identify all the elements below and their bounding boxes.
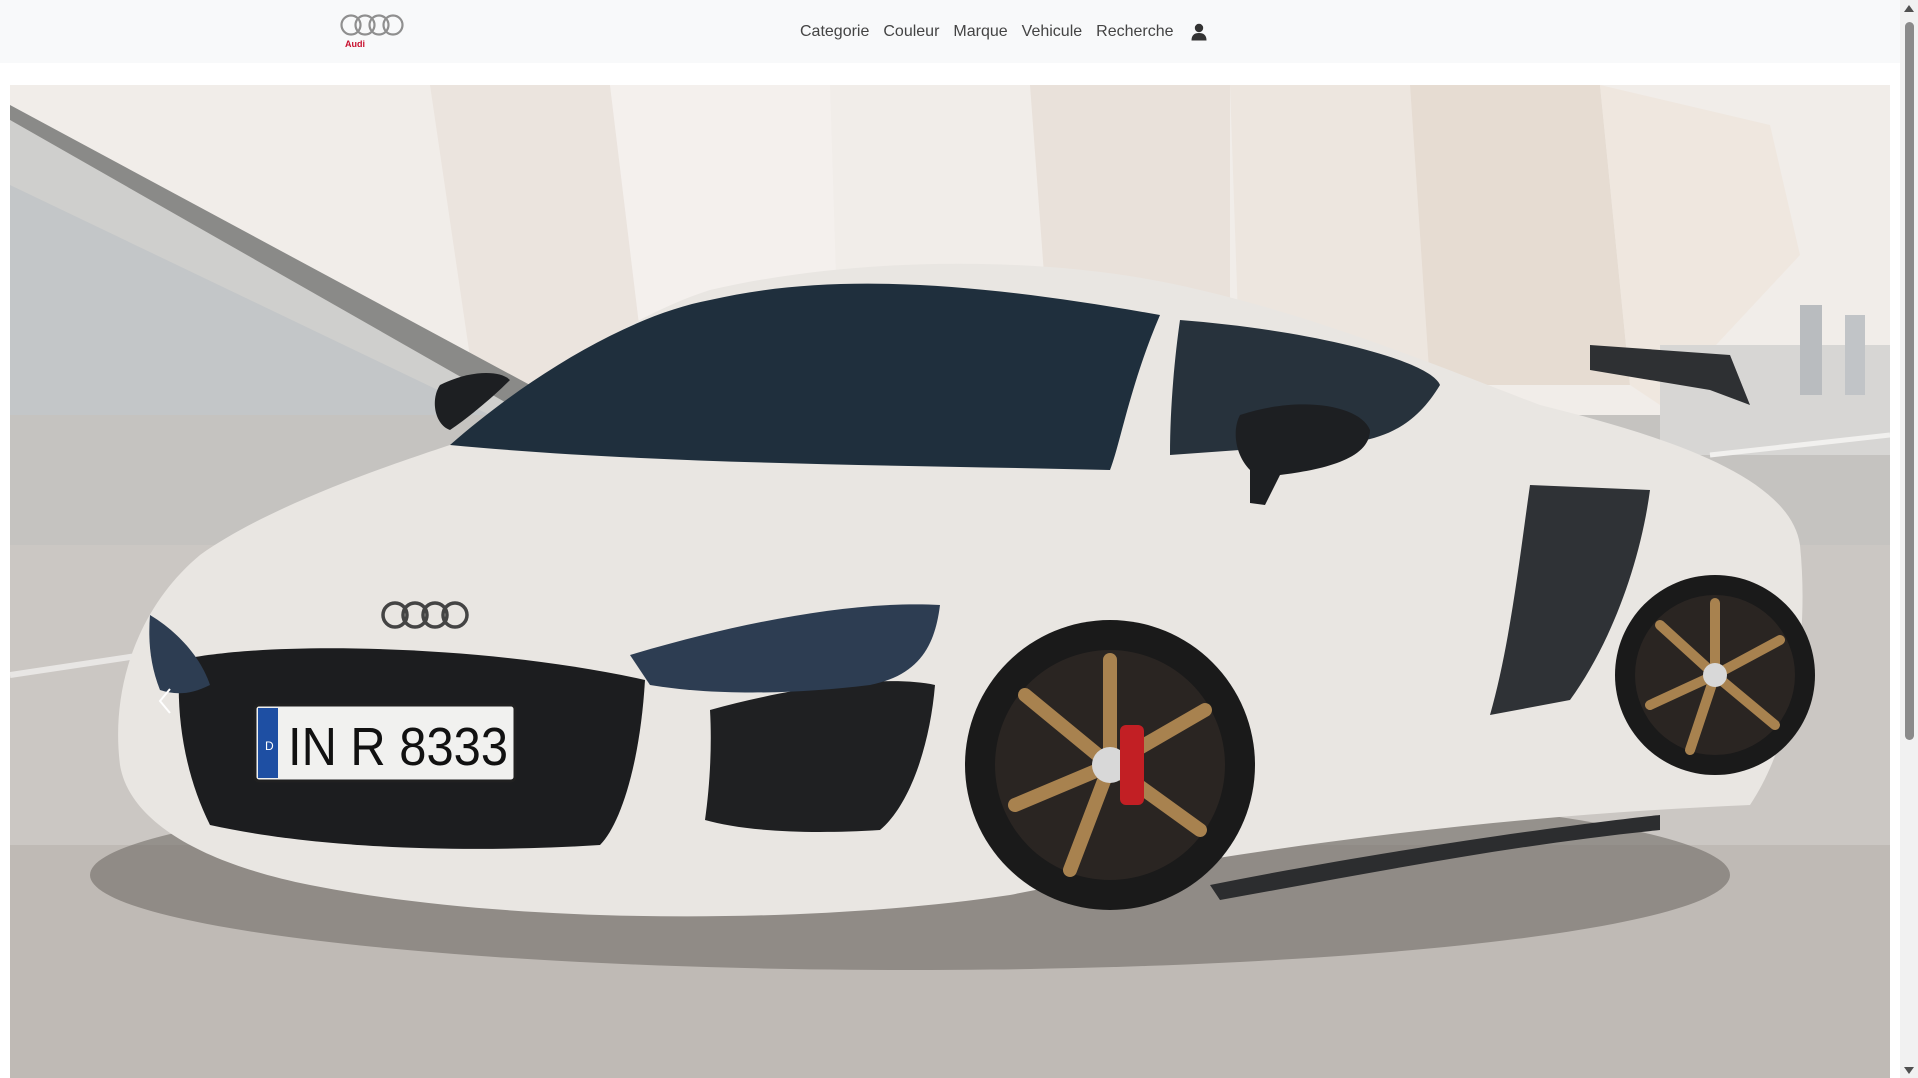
scroll-down-icon[interactable]: [1904, 1067, 1914, 1074]
nav-item-categorie[interactable]: Categorie: [793, 23, 876, 41]
user-icon[interactable]: [1191, 23, 1207, 41]
main-nav: Categorie Couleur Marque Vehicule Recher…: [793, 0, 1207, 63]
brand-name: Audi: [345, 39, 365, 49]
scroll-up-icon[interactable]: [1904, 5, 1914, 12]
brand-logo[interactable]: Audi: [340, 12, 412, 52]
navbar: Audi Categorie Couleur Marque Vehicule R…: [0, 0, 1900, 63]
carousel-prev-button[interactable]: [152, 681, 182, 721]
page-scrollbar[interactable]: [1900, 0, 1918, 1078]
svg-text:D: D: [265, 739, 274, 753]
nav-item-marque[interactable]: Marque: [946, 23, 1014, 41]
chevron-left-icon: [158, 688, 171, 714]
scroll-thumb[interactable]: [1905, 22, 1914, 740]
nav-item-recherche[interactable]: Recherche: [1089, 23, 1180, 41]
nav-item-couleur[interactable]: Couleur: [876, 23, 946, 41]
hero-car-image: D IN R 8333: [10, 85, 1890, 1078]
svg-text:IN R 8333: IN R 8333: [288, 717, 508, 777]
hero-carousel: D IN R 8333: [10, 85, 1890, 1078]
audi-four-rings-icon: [340, 14, 404, 36]
nav-item-vehicule[interactable]: Vehicule: [1015, 23, 1090, 41]
